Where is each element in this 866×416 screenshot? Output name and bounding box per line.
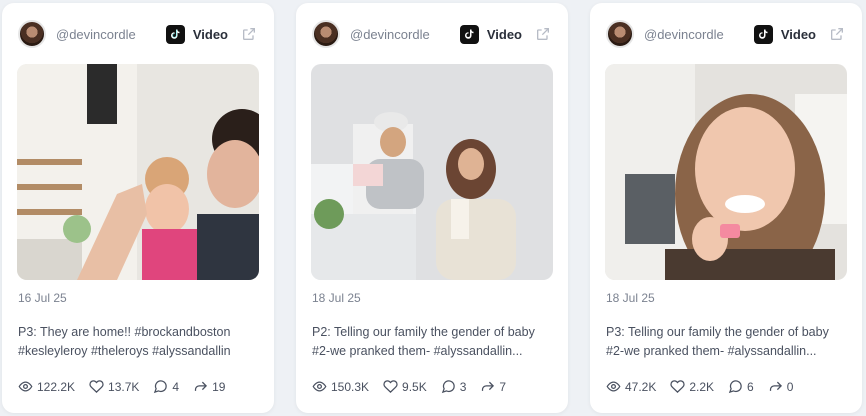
eye-icon <box>312 381 327 392</box>
eye-icon <box>18 381 33 392</box>
video-thumbnail[interactable] <box>605 64 847 280</box>
post-date: 18 Jul 25 <box>312 291 361 305</box>
external-link-icon[interactable] <box>534 25 552 43</box>
likes-count: 13.7K <box>108 379 140 394</box>
views-stat: 150.3K <box>312 379 369 394</box>
comments-stat: 4 <box>153 379 179 394</box>
external-link-icon[interactable] <box>240 25 258 43</box>
creator-handle[interactable]: @devincordle <box>350 27 460 42</box>
likes-stat: 13.7K <box>89 379 139 394</box>
heart-icon <box>383 380 398 393</box>
video-thumbnail[interactable] <box>17 64 259 280</box>
caption-line: #kesleyleroy #theleroys #alyssandallin <box>18 344 231 358</box>
share-icon <box>482 381 495 391</box>
comment-icon <box>441 380 455 394</box>
engagement-stats: 150.3K 9.5K 3 7 <box>312 379 552 394</box>
tiktok-icon <box>165 24 185 44</box>
video-card[interactable]: @devincordle Video 16 Jul 25 P3: They ar… <box>2 3 274 413</box>
shares-count: 0 <box>786 379 794 394</box>
creator-handle[interactable]: @devincordle <box>56 27 166 42</box>
caption-line: #2-we pranked them- #alyssandallin... <box>606 344 817 358</box>
caption-line: #2-we pranked them- #alyssandallin... <box>312 344 523 358</box>
heart-icon <box>670 380 685 393</box>
likes-count: 2.2K <box>689 379 715 394</box>
eye-icon <box>606 381 621 392</box>
likes-stat: 2.2K <box>670 379 714 394</box>
comments-stat: 3 <box>441 379 467 394</box>
comments-count: 4 <box>172 379 180 394</box>
heart-icon <box>89 380 104 393</box>
platform-label: Video <box>192 26 228 42</box>
likes-stat: 9.5K <box>383 379 427 394</box>
engagement-stats: 122.2K 13.7K 4 19 <box>18 379 258 394</box>
avatar[interactable] <box>312 20 340 48</box>
card-header: @devincordle Video <box>18 19 258 49</box>
post-date: 16 Jul 25 <box>18 291 67 305</box>
video-thumbnail[interactable] <box>311 64 553 280</box>
comment-icon <box>154 380 168 394</box>
comments-count: 6 <box>747 379 754 394</box>
shares-stat: 0 <box>768 379 794 394</box>
shares-count: 19 <box>212 379 226 394</box>
shares-count: 7 <box>499 379 507 394</box>
shares-stat: 19 <box>193 379 225 394</box>
tiktok-icon <box>459 24 479 44</box>
video-card[interactable]: @devincordle Video 18 Jul 25 P3: Telling… <box>590 3 862 413</box>
post-date: 18 Jul 25 <box>606 291 655 305</box>
card-header: @devincordle Video <box>312 19 552 49</box>
card-header: @devincordle Video <box>606 19 846 49</box>
tiktok-icon <box>753 24 773 44</box>
comments-stat: 6 <box>728 379 754 394</box>
external-link-icon[interactable] <box>828 25 846 43</box>
views-count: 150.3K <box>331 379 370 394</box>
platform-label: Video <box>486 26 522 42</box>
caption-line: P2: Telling our family the gender of bab… <box>312 325 535 339</box>
share-icon <box>194 381 208 391</box>
engagement-stats: 47.2K 2.2K 6 0 <box>606 379 846 394</box>
shares-stat: 7 <box>480 379 506 394</box>
caption-line: P3: They are home!! #brockandboston <box>18 325 231 339</box>
creator-handle[interactable]: @devincordle <box>644 27 754 42</box>
share-icon <box>769 381 782 391</box>
likes-count: 9.5K <box>402 379 427 394</box>
comments-count: 3 <box>459 379 467 394</box>
post-caption: P3: Telling our family the gender of bab… <box>606 323 850 361</box>
views-count: 47.2K <box>625 379 657 394</box>
views-count: 122.2K <box>37 379 76 394</box>
views-stat: 47.2K <box>606 379 656 394</box>
avatar[interactable] <box>18 20 46 48</box>
comment-icon <box>728 380 742 394</box>
caption-line: P3: Telling our family the gender of bab… <box>606 325 829 339</box>
platform-label: Video <box>780 26 816 42</box>
post-caption: P3: They are home!! #brockandboston #kes… <box>18 323 262 361</box>
views-stat: 122.2K <box>18 379 75 394</box>
video-card[interactable]: @devincordle Video 18 Jul 25 P2: Telling… <box>296 3 568 413</box>
post-caption: P2: Telling our family the gender of bab… <box>312 323 556 361</box>
avatar[interactable] <box>606 20 634 48</box>
